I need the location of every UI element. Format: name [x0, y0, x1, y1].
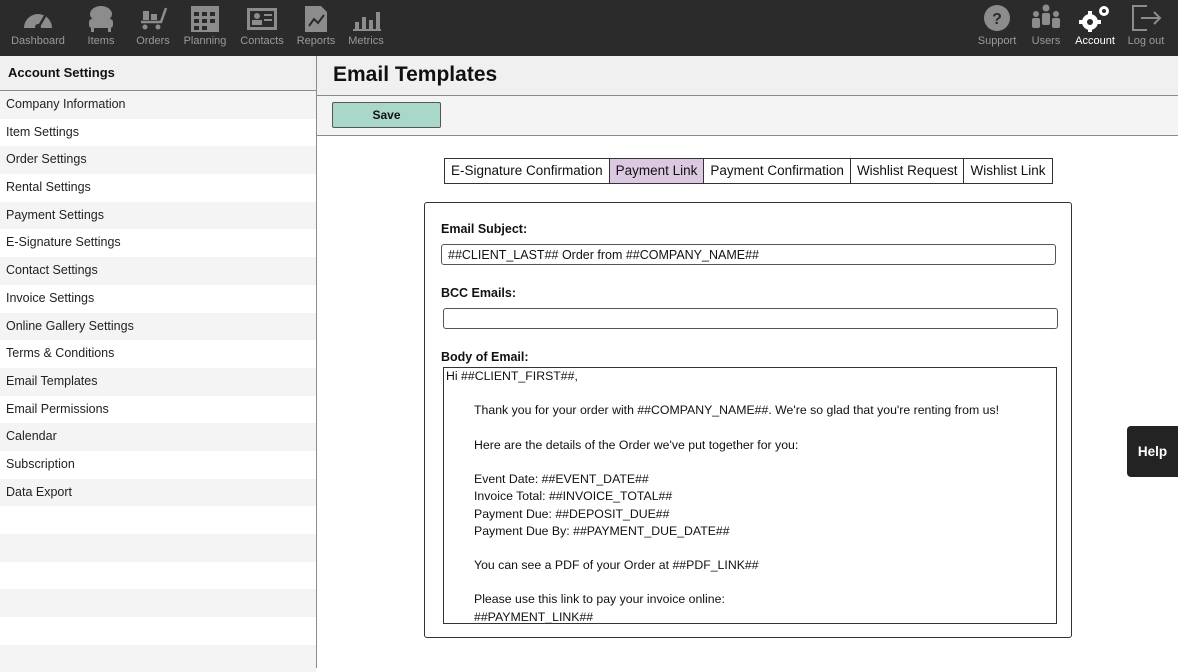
help-button[interactable]: Help — [1127, 426, 1178, 477]
contacts-icon — [247, 8, 277, 30]
body-line: Payment Due By: ##PAYMENT_DUE_DATE## — [474, 523, 730, 538]
sidebar-item-online-gallery-settings[interactable]: Online Gallery Settings — [0, 312, 316, 341]
account-gears-icon — [1079, 6, 1109, 32]
sidebar-item-esignature-settings[interactable]: E-Signature Settings — [0, 229, 316, 257]
account-settings-sidebar: Account Settings Company Information Ite… — [0, 56, 317, 672]
nav-items[interactable]: Items — [80, 0, 122, 56]
body-line: Event Date: ##EVENT_DATE## — [474, 472, 649, 487]
sidebar-empty-row — [0, 562, 316, 590]
body-line: Invoice Total: ##INVOICE_TOTAL## — [474, 489, 673, 504]
body-line — [444, 540, 1056, 557]
body-line: Hi ##CLIENT_FIRST##, — [446, 369, 578, 383]
save-button[interactable]: Save — [332, 102, 441, 128]
nav-label: Contacts — [240, 35, 284, 47]
body-line: You can see a PDF of your Order at ##PDF… — [474, 558, 759, 573]
nav-label: Reports — [296, 35, 336, 47]
sidebar-empty-row — [0, 617, 316, 645]
main-header: Email Templates — [317, 56, 1178, 96]
nav-planning[interactable]: Planning — [180, 0, 230, 56]
planning-icon — [191, 6, 219, 32]
tab-wishlist-request[interactable]: Wishlist Request — [850, 159, 965, 183]
sidebar-empty-row — [0, 506, 316, 534]
nav-account[interactable]: Account — [1072, 0, 1118, 56]
body-line — [444, 454, 1056, 471]
nav-label: Items — [87, 35, 115, 47]
tab-payment-link[interactable]: Payment Link — [609, 159, 705, 183]
body-line: ##PAYMENT_LINK## — [474, 609, 594, 624]
sidebar-item-email-permissions[interactable]: Email Permissions — [0, 396, 316, 424]
sidebar-item-rental-settings[interactable]: Rental Settings — [0, 174, 316, 202]
sidebar-item-subscription[interactable]: Subscription — [0, 451, 316, 479]
logout-icon — [1132, 5, 1162, 31]
sidebar-item-terms-conditions[interactable]: Terms & Conditions — [0, 340, 316, 368]
nav-label: Metrics — [348, 35, 384, 47]
body-line: Please use this link to pay your invoice… — [474, 592, 725, 607]
tab-wishlist-link[interactable]: Wishlist Link — [964, 159, 1052, 183]
body-of-email-label: Body of Email: — [441, 350, 529, 364]
body-line — [444, 574, 1056, 591]
nav-contacts[interactable]: Contacts — [236, 0, 288, 56]
email-template-form: Email Subject: ##CLIENT_LAST## Order fro… — [424, 202, 1072, 638]
users-icon — [1032, 4, 1060, 28]
sidebar-item-order-settings[interactable]: Order Settings — [0, 146, 316, 175]
template-tabs: E-Signature Confirmation Payment Link Pa… — [444, 158, 1053, 184]
svg-text:?: ? — [992, 11, 1002, 28]
nav-label: Account — [1075, 35, 1115, 47]
sidebar-item-item-settings[interactable]: Item Settings — [0, 119, 316, 147]
page-title: Email Templates — [333, 63, 498, 86]
nav-label: Log out — [1127, 35, 1165, 47]
sidebar-title: Account Settings — [0, 56, 316, 91]
sidebar-empty-row — [0, 534, 316, 562]
email-body-textarea[interactable]: Hi ##CLIENT_FIRST##, Thank you for your … — [443, 367, 1057, 624]
sidebar-item-email-templates[interactable]: Email Templates — [0, 367, 316, 396]
body-line: Thank you for your order with ##COMPANY_… — [474, 403, 1000, 418]
sidebar-item-contact-settings[interactable]: Contact Settings — [0, 257, 316, 285]
sidebar-item-invoice-settings[interactable]: Invoice Settings — [0, 285, 316, 313]
nav-dashboard[interactable]: Dashboard — [6, 0, 70, 56]
tab-esignature-confirmation[interactable]: E-Signature Confirmation — [445, 159, 610, 183]
items-icon — [89, 6, 113, 32]
body-line — [444, 385, 1056, 402]
bcc-emails-label: BCC Emails: — [441, 286, 517, 300]
sidebar-item-company-information[interactable]: Company Information — [0, 91, 316, 119]
top-nav-bar: Dashboard Items Orders Planning Contacts… — [0, 0, 1178, 56]
sidebar-list: Company Information Item Settings Order … — [0, 91, 316, 672]
support-icon: ? — [984, 5, 1010, 31]
nav-users[interactable]: Users — [1026, 0, 1066, 56]
sidebar-item-calendar[interactable]: Calendar — [0, 423, 316, 451]
nav-metrics[interactable]: Metrics — [344, 0, 388, 56]
nav-label: Support — [977, 35, 1017, 47]
body-line: Payment Due: ##DEPOSIT_DUE## — [474, 506, 670, 521]
body-line: Here are the details of the Order we've … — [474, 437, 799, 452]
sidebar-item-data-export[interactable]: Data Export — [0, 478, 316, 507]
nav-label: Users — [1031, 35, 1061, 47]
nav-reports[interactable]: Reports — [294, 0, 338, 56]
body-line — [444, 420, 1056, 437]
metrics-icon — [353, 12, 381, 31]
nav-label: Planning — [183, 35, 227, 47]
sidebar-empty-row — [0, 589, 316, 618]
nav-label: Orders — [136, 35, 170, 47]
toolbar: Save — [317, 96, 1178, 136]
bcc-emails-field[interactable] — [443, 308, 1058, 329]
orders-icon — [141, 7, 168, 30]
nav-orders[interactable]: Orders — [131, 0, 175, 56]
reports-icon — [305, 6, 327, 32]
email-subject-label: Email Subject: — [441, 222, 528, 236]
nav-support[interactable]: ? Support — [974, 0, 1020, 56]
nav-logout[interactable]: Log out — [1124, 0, 1168, 56]
tab-payment-confirmation[interactable]: Payment Confirmation — [704, 159, 851, 183]
sidebar-item-payment-settings[interactable]: Payment Settings — [0, 201, 316, 230]
nav-label: Dashboard — [11, 35, 65, 47]
email-subject-field[interactable]: ##CLIENT_LAST## Order from ##COMPANY_NAM… — [441, 244, 1056, 265]
dashboard-icon — [24, 14, 52, 30]
